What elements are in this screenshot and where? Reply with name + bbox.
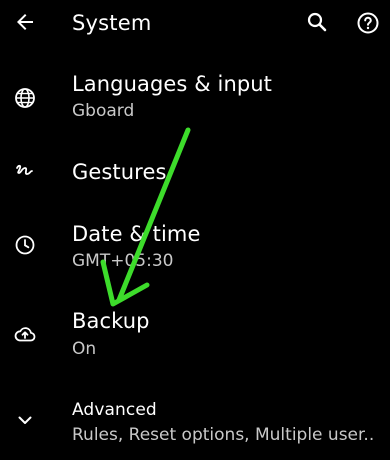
cloud-upload-icon [11, 320, 39, 348]
help-button[interactable] [352, 7, 384, 39]
settings-item-title: Advanced [72, 400, 157, 420]
help-icon [357, 12, 379, 34]
settings-item-backup[interactable]: Backup On [0, 305, 390, 369]
search-button[interactable] [301, 6, 333, 38]
settings-item-advanced[interactable]: Advanced Rules, Reset options, Multiple … [0, 394, 390, 454]
chevron-down-icon [11, 406, 39, 434]
settings-item-date-time[interactable]: Date & time GMT+05:30 [0, 216, 390, 280]
page-title: System [72, 11, 152, 35]
settings-item-summary: GMT+05:30 [72, 251, 174, 271]
settings-item-title: Backup [72, 309, 150, 333]
settings-item-summary: Rules, Reset options, Multiple user.. [72, 425, 375, 445]
search-icon [307, 12, 327, 32]
gesture-icon [11, 156, 39, 184]
settings-item-gestures[interactable]: Gestures [0, 152, 390, 192]
back-button[interactable] [9, 6, 41, 38]
settings-item-title: Gestures [72, 160, 167, 184]
clock-icon [11, 231, 39, 259]
settings-item-title: Languages & input [72, 72, 273, 96]
settings-item-languages[interactable]: Languages & input Gboard [0, 66, 390, 130]
settings-item-title: Date & time [72, 222, 201, 246]
arrow-back-icon [17, 14, 33, 30]
globe-icon [11, 84, 39, 112]
top-app-bar: System [0, 0, 390, 48]
settings-item-summary: Gboard [72, 101, 135, 121]
settings-item-summary: On [72, 339, 97, 359]
